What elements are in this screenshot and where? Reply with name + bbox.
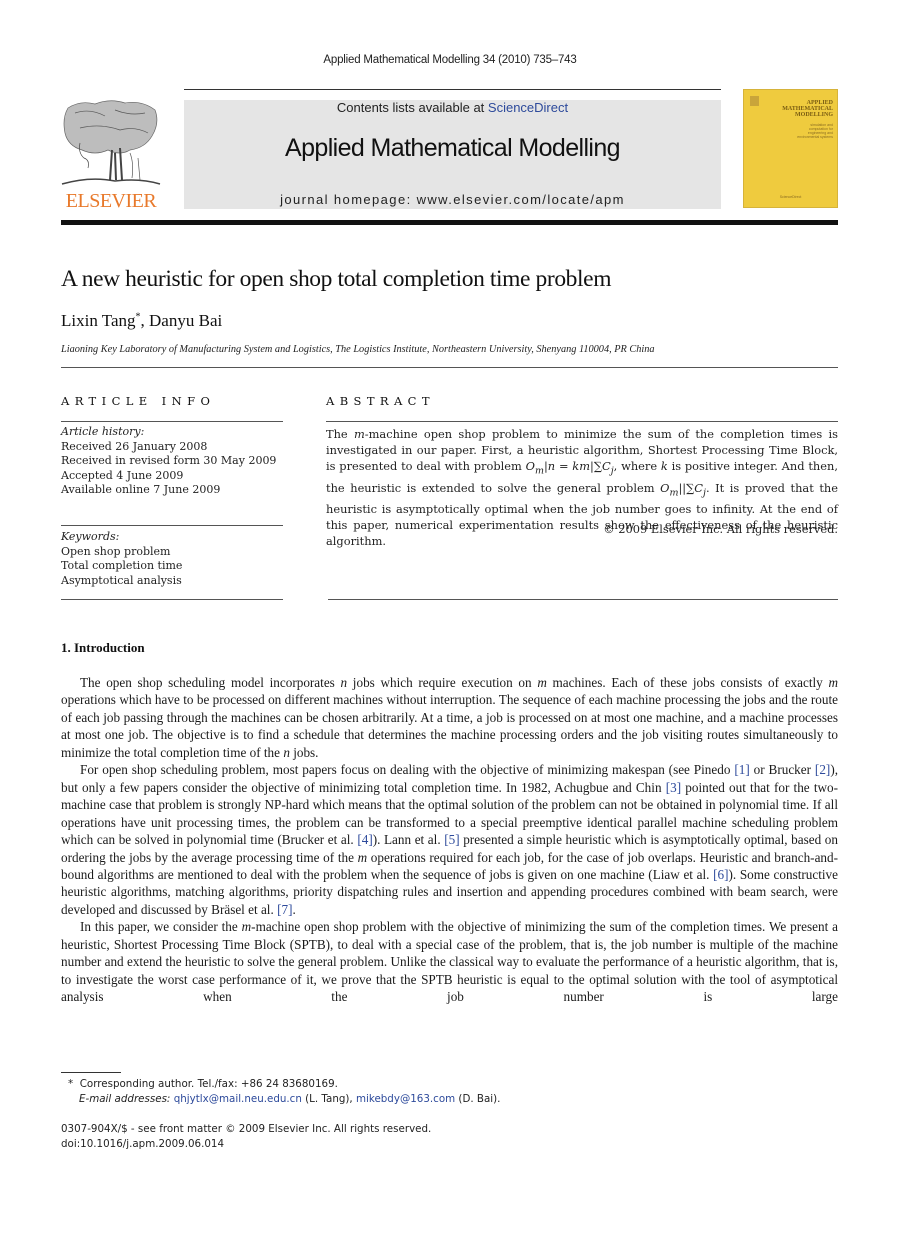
corresponding-author-note: Corresponding author. Tel./fax: +86 24 8… xyxy=(79,1078,338,1090)
citation-link[interactable]: [7] xyxy=(277,902,292,917)
cover-subtitle: simulation and computation for engineeri… xyxy=(797,123,833,139)
article-info-heading: ARTICLE INFO xyxy=(61,394,216,408)
abstract-heading: ABSTRACT xyxy=(326,394,435,408)
header-thick-rule xyxy=(61,220,838,225)
paragraph: For open shop scheduling problem, most p… xyxy=(61,762,839,917)
article-title: A new heuristic for open shop total comp… xyxy=(61,266,612,292)
sciencedirect-link[interactable]: ScienceDirect xyxy=(488,100,568,115)
issn-line: 0307-904X/$ - see front matter © 2009 El… xyxy=(61,1123,432,1135)
citation-link[interactable]: [3] xyxy=(666,780,681,795)
affiliation: Liaoning Key Laboratory of Manufacturing… xyxy=(61,344,655,355)
history-item: Accepted 4 June 2009 xyxy=(61,468,184,482)
article-info-end-rule xyxy=(61,599,283,600)
cover-footer: ScienceDirect xyxy=(779,195,802,199)
keywords: Keywords: Open shop problem Total comple… xyxy=(61,530,182,588)
footnote: * Corresponding author. Tel./fax: +86 24… xyxy=(68,1078,501,1105)
doi[interactable]: doi:10.1016/j.apm.2009.06.014 xyxy=(61,1137,431,1152)
publisher-name: ELSEVIER xyxy=(65,190,157,212)
contents-prefix: Contents lists available at xyxy=(336,100,488,115)
journal-cover-thumbnail: APPLIED MATHEMATICAL MODELLING simulatio… xyxy=(743,89,838,208)
cover-title: APPLIED MATHEMATICAL MODELLING xyxy=(782,100,833,118)
footnote-mark: * xyxy=(68,1078,74,1090)
journal-homepage-link[interactable]: journal homepage: www.elsevier.com/locat… xyxy=(184,192,721,207)
email-link[interactable]: qhjytlx@mail.neu.edu.cn xyxy=(174,1093,302,1105)
abstract-rule xyxy=(326,421,838,422)
front-matter: 0307-904X/$ - see front matter © 2009 El… xyxy=(61,1122,431,1151)
keyword-item: Asymptotical analysis xyxy=(61,573,182,587)
journal-title: Applied Mathematical Modelling xyxy=(285,134,621,162)
contents-line: Contents lists available at ScienceDirec… xyxy=(184,100,721,115)
abstract-copyright: © 2009 Elsevier Inc. All rights reserved… xyxy=(603,522,838,536)
citation-link[interactable]: [4] xyxy=(357,832,372,847)
title-divider xyxy=(61,367,838,368)
introduction-body: The open shop scheduling model incorpora… xyxy=(61,674,838,1006)
paragraph: The open shop scheduling model incorpora… xyxy=(61,675,838,760)
article-history: Article history: Received 26 January 200… xyxy=(61,425,276,498)
cover-elsevier-icon xyxy=(750,96,759,106)
citation-link[interactable]: [2] xyxy=(815,762,830,777)
history-item: Received 26 January 2008 xyxy=(61,439,208,453)
author-name[interactable]: Lixin Tang xyxy=(61,311,136,330)
footnote-rule xyxy=(61,1072,121,1073)
email-link[interactable]: mikebdy@163.com xyxy=(356,1093,455,1105)
article-history-label: Article history: xyxy=(61,425,145,438)
section-heading-introduction: 1. Introduction xyxy=(61,640,145,655)
author-name[interactable]: Danyu Bai xyxy=(149,311,222,330)
keyword-item: Total completion time xyxy=(61,559,183,572)
abstract-end-rule xyxy=(328,599,838,600)
history-item: Available online 7 June 2009 xyxy=(61,483,221,496)
email-label: E-mail addresses: xyxy=(79,1092,171,1105)
header-rule xyxy=(184,89,721,90)
citation-link[interactable]: [5] xyxy=(444,832,459,847)
paragraph: In this paper, we consider the m-machine… xyxy=(61,919,838,1005)
citation-link[interactable]: [1] xyxy=(734,762,749,777)
keywords-rule xyxy=(61,525,283,526)
running-head: Applied Mathematical Modelling 34 (2010)… xyxy=(323,54,577,66)
keywords-label: Keywords: xyxy=(61,530,120,543)
author-list: Lixin Tang*, Danyu Bai xyxy=(61,311,223,330)
history-item: Received in revised form 30 May 2009 xyxy=(61,454,277,467)
keyword-item: Open shop problem xyxy=(61,544,171,558)
article-info-rule xyxy=(61,421,283,422)
citation-link[interactable]: [6] xyxy=(713,867,728,882)
